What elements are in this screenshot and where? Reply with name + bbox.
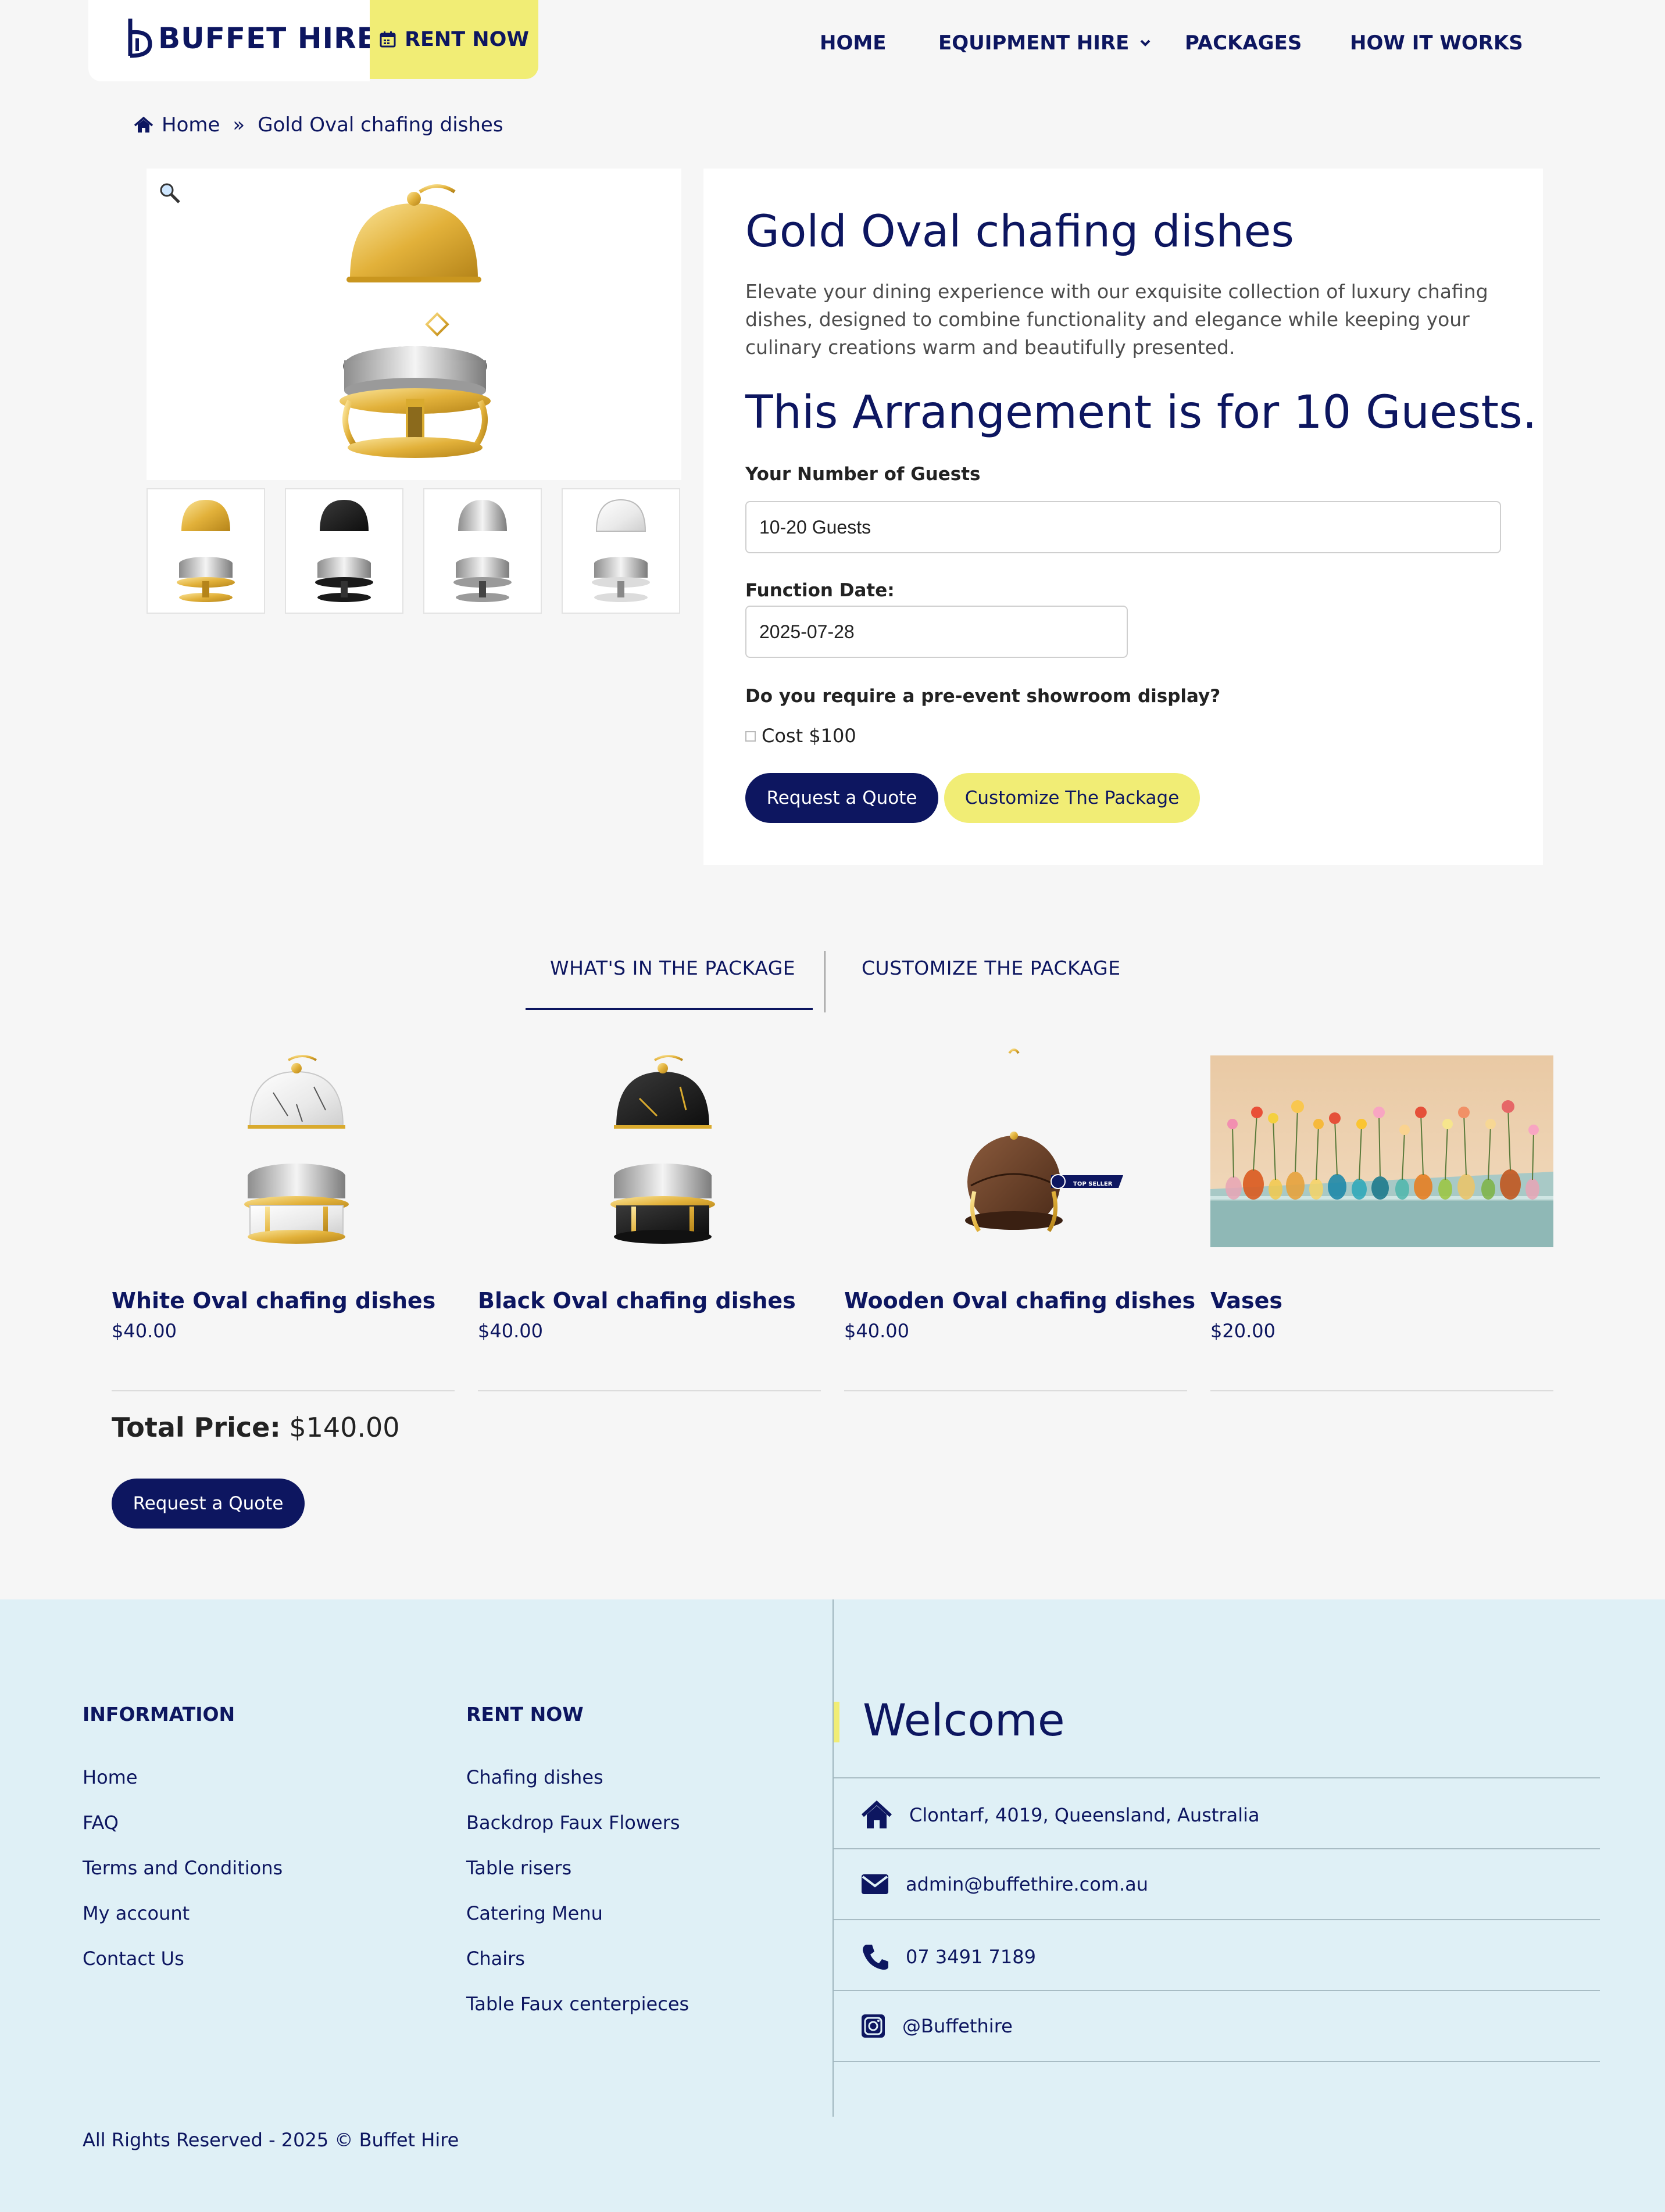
- item-name-wooden[interactable]: Wooden Oval chafing dishes: [844, 1286, 1195, 1316]
- breadcrumb-separator: »: [233, 113, 245, 137]
- thumbnail-silver-image: [453, 500, 512, 602]
- item-name-black[interactable]: Black Oval chafing dishes: [478, 1286, 796, 1316]
- thumbnail-black[interactable]: [285, 488, 403, 614]
- information-heading: INFORMATION: [83, 1703, 235, 1726]
- bottom-request-quote-button[interactable]: Request a Quote: [112, 1479, 305, 1529]
- calendar-icon: [380, 31, 396, 48]
- showroom-checkbox[interactable]: [745, 731, 756, 742]
- breadcrumb-current: Gold Oval chafing dishes: [258, 113, 503, 137]
- footer-link-table-risers[interactable]: Table risers: [466, 1855, 571, 1881]
- rent-now-button[interactable]: RENT NOW: [370, 0, 538, 79]
- rent-now-label: RENT NOW: [405, 28, 529, 51]
- total-price-value: $140.00: [289, 1412, 400, 1443]
- address-text: Clontarf, 4019, Queensland, Australia: [909, 1804, 1260, 1826]
- nav-equipment-hire[interactable]: EQUIPMENT HIRE: [938, 29, 1151, 57]
- instagram-icon: [862, 2014, 885, 2038]
- product-description: Elevate your dining experience with our …: [745, 280, 1488, 359]
- nav-home[interactable]: HOME: [820, 29, 886, 57]
- zoom-icon[interactable]: [158, 181, 181, 205]
- customize-package-button[interactable]: Customize The Package: [944, 773, 1200, 823]
- footer-link-catering-menu[interactable]: Catering Menu: [466, 1900, 603, 1926]
- contact-divider: [834, 1848, 1600, 1849]
- thumbnail-gold[interactable]: [147, 488, 265, 614]
- black-chafing-dish-image[interactable]: [599, 1052, 727, 1250]
- footer-link-backdrop-flowers[interactable]: Backdrop Faux Flowers: [466, 1810, 680, 1835]
- showroom-question: Do you require a pre-event showroom disp…: [745, 686, 1221, 707]
- item-divider: [478, 1390, 821, 1391]
- copyright: All Rights Reserved - 2025 © Buffet Hire: [83, 2129, 459, 2151]
- guests-label: Your Number of Guests: [745, 464, 981, 485]
- footer-link-faq[interactable]: FAQ: [83, 1810, 119, 1835]
- main-product-image[interactable]: [147, 169, 681, 480]
- phone-text[interactable]: 07 3491 7189: [906, 1944, 1036, 1970]
- home-icon[interactable]: [134, 116, 153, 134]
- thumbnail-black-image: [315, 500, 373, 602]
- item-price-vases: $20.00: [1210, 1320, 1275, 1342]
- item-price-black: $40.00: [478, 1320, 543, 1342]
- item-divider: [112, 1390, 455, 1391]
- rent-now-heading: RENT NOW: [466, 1703, 584, 1726]
- item-name-white[interactable]: White Oval chafing dishes: [112, 1286, 435, 1316]
- footer-link-home[interactable]: Home: [83, 1764, 138, 1790]
- item-price-wooden: $40.00: [844, 1320, 909, 1342]
- contact-phone[interactable]: 07 3491 7189: [860, 1942, 1036, 1971]
- wooden-chafing-dish-image[interactable]: TOP SELLER: [953, 1046, 1128, 1250]
- breadcrumb-home[interactable]: Home: [162, 110, 220, 139]
- vases-image[interactable]: [1210, 1055, 1553, 1247]
- contact-email[interactable]: admin@buffethire.com.au: [860, 1871, 1148, 1897]
- contact-address: Clontarf, 4019, Queensland, Australia: [860, 1801, 1260, 1830]
- breadcrumb: Home » Gold Oval chafing dishes: [134, 110, 503, 139]
- thumbnail-white-image: [592, 499, 650, 602]
- email-text[interactable]: admin@buffethire.com.au: [906, 1871, 1148, 1897]
- contact-divider: [834, 1777, 1600, 1778]
- thumbnail-silver[interactable]: [423, 488, 542, 614]
- request-quote-button[interactable]: Request a Quote: [745, 773, 938, 823]
- gold-chafing-dish-image: [340, 184, 491, 458]
- footer-link-chafing-dishes[interactable]: Chafing dishes: [466, 1764, 603, 1790]
- top-seller-badge: TOP SELLER: [1073, 1181, 1113, 1187]
- thumbnail-gold-image: [177, 500, 235, 602]
- function-date-label: Function Date:: [745, 580, 895, 601]
- contact-divider: [834, 2061, 1600, 2062]
- total-price-label: Total Price:: [112, 1412, 281, 1443]
- phone-icon: [863, 1945, 888, 1970]
- active-tab-underline: [526, 1008, 813, 1010]
- chevron-down-icon: [1140, 40, 1151, 46]
- footer-link-centerpieces[interactable]: Table Faux centerpieces: [466, 1991, 689, 2017]
- white-chafing-dish-image[interactable]: [233, 1052, 360, 1250]
- arrangement-heading: This Arrangement is for 10 Guests.: [745, 386, 1537, 439]
- nav-how-it-works[interactable]: HOW IT WORKS: [1350, 29, 1523, 57]
- email-icon: [862, 1874, 888, 1894]
- instagram-text[interactable]: @Buffethire: [902, 2013, 1013, 2039]
- footer-link-chairs[interactable]: Chairs: [466, 1946, 525, 1971]
- footer-divider: [832, 1599, 834, 2117]
- logo-icon[interactable]: [124, 15, 157, 59]
- item-divider: [1210, 1390, 1553, 1391]
- showroom-cost: Cost $100: [762, 725, 856, 747]
- contact-divider: [834, 1990, 1600, 1991]
- nav-equipment-hire-label: EQUIPMENT HIRE: [938, 31, 1130, 55]
- function-date-input[interactable]: 2025-07-28: [745, 606, 1128, 658]
- footer-link-my-account[interactable]: My account: [83, 1900, 190, 1926]
- tab-whats-in-package[interactable]: WHAT'S IN THE PACKAGE: [550, 954, 795, 982]
- item-name-vases[interactable]: Vases: [1210, 1286, 1282, 1316]
- guests-select[interactable]: 10-20 Guests: [745, 501, 1501, 553]
- home-icon: [861, 1801, 892, 1828]
- footer-link-contact[interactable]: Contact Us: [83, 1946, 184, 1971]
- welcome-title: Welcome: [863, 1694, 1065, 1746]
- contact-instagram[interactable]: @Buffethire: [860, 2013, 1013, 2039]
- welcome-accent-bar: [834, 1702, 839, 1742]
- footer-link-terms[interactable]: Terms and Conditions: [83, 1855, 283, 1881]
- contact-divider: [834, 1919, 1600, 1920]
- item-divider: [844, 1390, 1187, 1391]
- tab-divider: [824, 951, 826, 1012]
- tab-customize-package[interactable]: CUSTOMIZE THE PACKAGE: [862, 954, 1121, 982]
- nav-packages[interactable]: PACKAGES: [1185, 29, 1302, 57]
- logo-text[interactable]: BUFFET HIRE: [158, 21, 377, 56]
- total-price: Total Price: $140.00: [112, 1409, 400, 1446]
- item-price-white: $40.00: [112, 1320, 177, 1342]
- product-title: Gold Oval chafing dishes: [745, 205, 1294, 257]
- thumbnail-white[interactable]: [562, 488, 680, 614]
